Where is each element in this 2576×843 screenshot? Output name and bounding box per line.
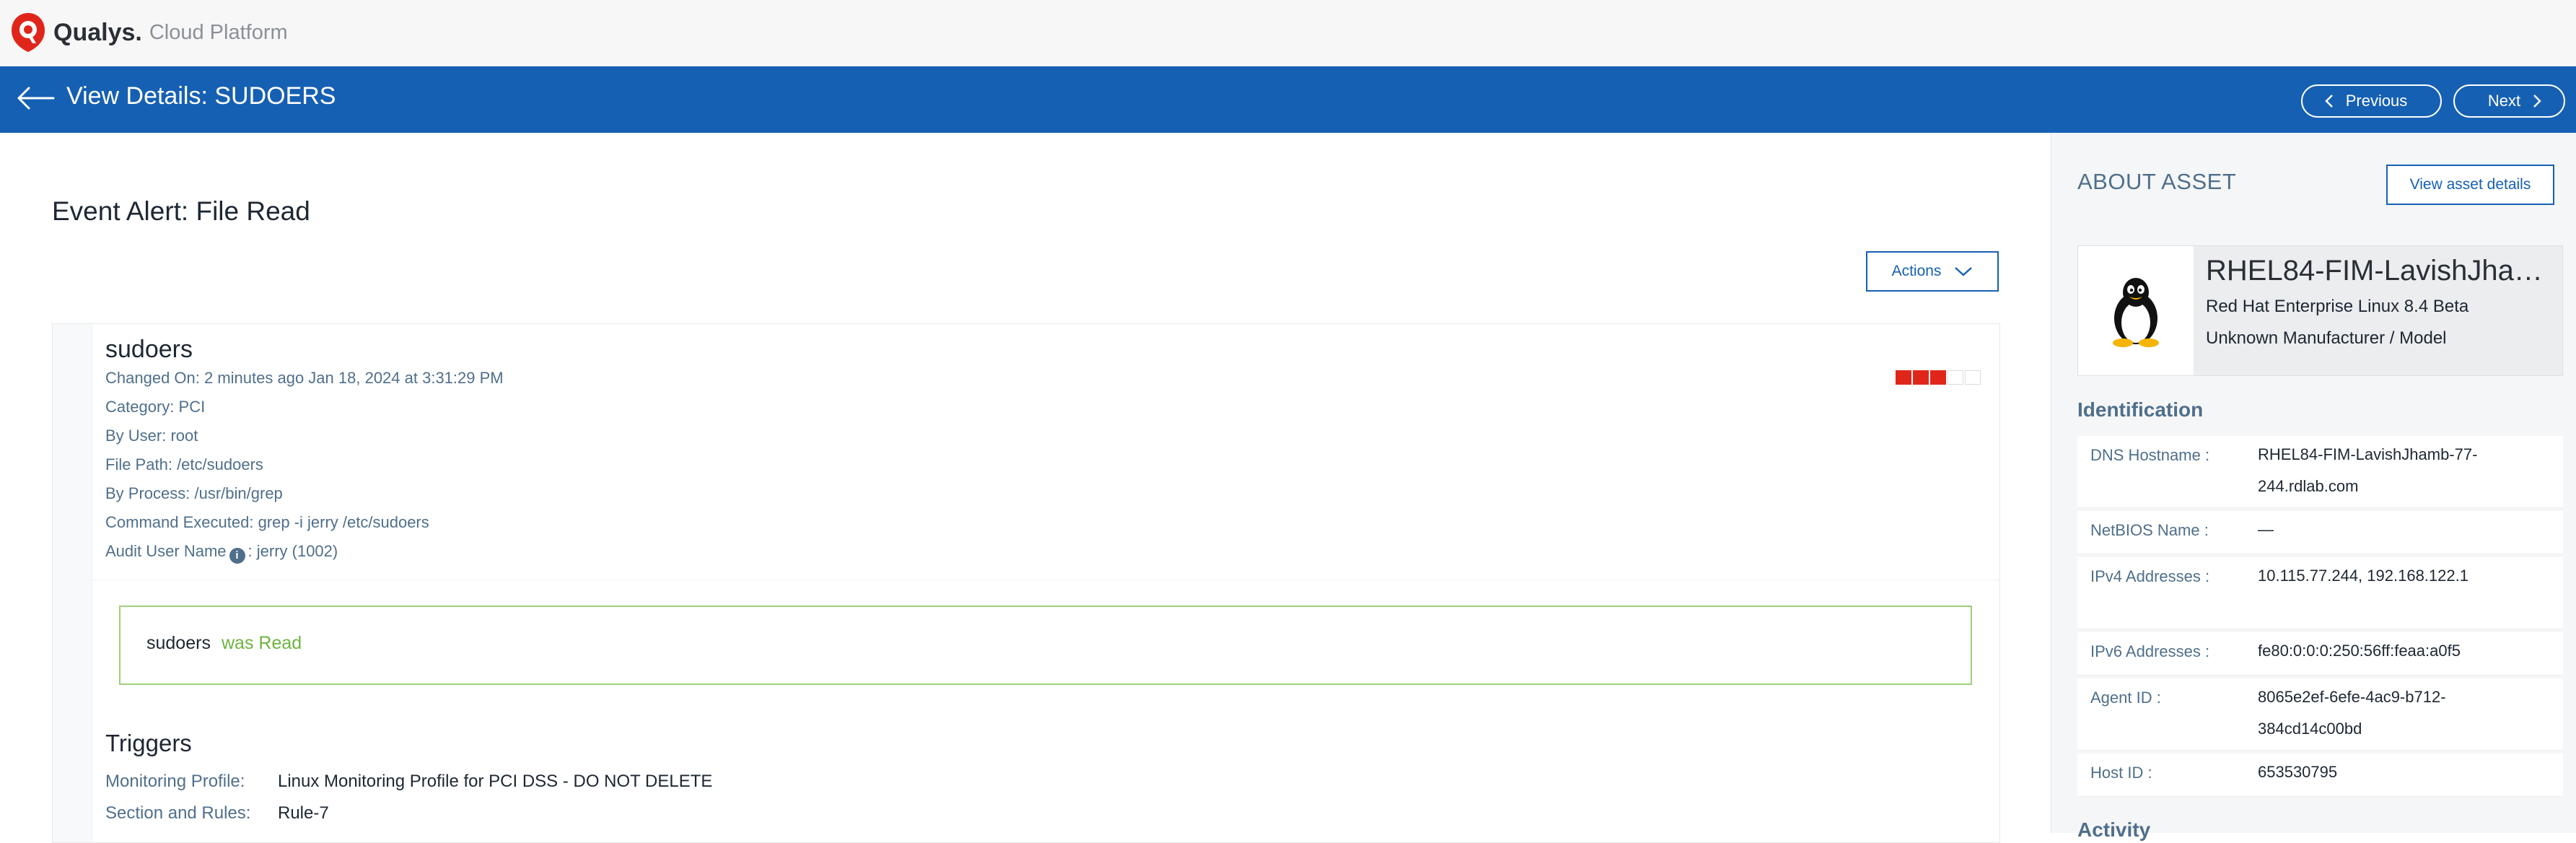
ipv4-addresses-value: 10.115.77.244, 192.168.122.1 — [2258, 567, 2468, 585]
netbios-name-value: — — [2258, 520, 2274, 538]
identification-row: DNS Hostname : RHEL84-FIM-LavishJhamb-77… — [2077, 436, 2563, 508]
audit-user-row: Audit User Name i: jerry (1002) — [105, 542, 338, 564]
title-bar: View Details: SUDOERS Previous Next — [0, 66, 2576, 133]
identification-row: IPv6 Addresses : fe80:0:0:0:250:56ff:fea… — [2077, 632, 2563, 676]
severity-indicator — [1896, 370, 1981, 385]
command-executed-row: Command Executed: grep -i jerry /etc/sud… — [105, 513, 429, 532]
activity-heading: Activity — [2077, 818, 2151, 841]
asset-os: Red Hat Enterprise Linux 8.4 Beta — [2206, 297, 2469, 316]
by-user-value: root — [170, 427, 198, 445]
monitoring-profile-value: Linux Monitoring Profile for PCI DSS - D… — [278, 772, 713, 791]
monitoring-profile-label: Monitoring Profile: — [105, 772, 245, 791]
command-executed-value: grep -i jerry /etc/sudoers — [258, 513, 429, 531]
file-path-value: /etc/sudoers — [177, 455, 263, 473]
brand-name: Qualys. — [53, 18, 142, 46]
asset-os-icon-wrap — [2078, 246, 2194, 375]
read-file-name: sudoers — [146, 633, 211, 653]
changed-on-row: Changed On: 2 minutes ago Jan 18, 2024 a… — [105, 369, 504, 388]
section-rules-label: Section and Rules: — [105, 803, 251, 823]
netbios-name-label: NetBIOS Name : — [2090, 521, 2209, 539]
file-read-banner: sudoers was Read — [119, 606, 1972, 685]
chevron-left-icon — [2325, 95, 2333, 108]
about-asset-panel: ABOUT ASSET View asset details RHEL84-FI… — [2051, 133, 2576, 841]
ipv6-addresses-label: IPv6 Addresses : — [2090, 642, 2210, 660]
by-user-label: By User: — [105, 427, 167, 445]
qualys-shield-icon — [12, 13, 45, 52]
asset-summary-card: RHEL84-FIM-LavishJhamb-77-244 Red Hat En… — [2077, 245, 2563, 376]
agent-id-label: Agent ID : — [2090, 689, 2161, 707]
changed-on-value: 2 minutes ago Jan 18, 2024 at 3:31:29 PM — [204, 369, 504, 387]
event-card: sudoers Changed On: 2 minutes ago Jan 18… — [52, 323, 2000, 843]
changed-on-label: Changed On: — [105, 369, 200, 387]
view-asset-details-button[interactable]: View asset details — [2386, 165, 2554, 205]
audit-user-label: Audit User Name — [105, 542, 227, 560]
page-title: View Details: SUDOERS — [66, 82, 336, 110]
next-button[interactable]: Next — [2453, 84, 2565, 118]
identification-row: Host ID : 653530795 — [2077, 754, 2563, 797]
asset-manufacturer: Unknown Manufacturer / Model — [2206, 328, 2447, 348]
triggers-heading: Triggers — [105, 730, 192, 756]
chevron-right-icon — [2533, 95, 2541, 108]
event-details-panel: Event Alert: File Read Actions sudoers C… — [0, 133, 2051, 843]
linux-tux-icon — [2113, 277, 2159, 347]
previous-label: Previous — [2345, 92, 2408, 110]
qualys-logo[interactable]: Qualys. Cloud Platform — [10, 12, 288, 53]
category-value: PCI — [178, 398, 206, 416]
category-label: Category: — [105, 398, 175, 416]
section-rules-value: Rule-7 — [278, 803, 329, 823]
about-asset-title: ABOUT ASSET — [2077, 169, 2237, 194]
info-icon[interactable]: i — [229, 548, 245, 564]
event-file-name: sudoers — [105, 336, 193, 363]
actions-label: Actions — [1891, 263, 1942, 279]
audit-user-value: : jerry (1002) — [247, 542, 338, 560]
dns-hostname-value: RHEL84-FIM-LavishJhamb-77-244.rdlab.com — [2258, 445, 2478, 495]
dns-hostname-label: DNS Hostname : — [2090, 446, 2210, 464]
asset-name: RHEL84-FIM-LavishJhamb-77-244 — [2206, 255, 2552, 287]
by-process-row: By Process: /usr/bin/grep — [105, 484, 283, 503]
identification-heading: Identification — [2077, 398, 2204, 421]
identification-row: IPv4 Addresses : 10.115.77.244, 192.168.… — [2077, 557, 2563, 629]
previous-button[interactable]: Previous — [2301, 84, 2442, 118]
next-label: Next — [2487, 92, 2521, 110]
back-arrow-icon[interactable] — [14, 84, 55, 116]
identification-row: NetBIOS Name : — — [2077, 511, 2563, 554]
host-id-value: 653530795 — [2258, 763, 2338, 781]
read-action: was Read — [222, 633, 302, 653]
brand-subtitle: Cloud Platform — [149, 20, 288, 44]
ipv6-addresses-value: fe80:0:0:0:250:56ff:feaa:a0f5 — [2258, 642, 2461, 660]
by-process-value: /usr/bin/grep — [194, 484, 283, 502]
file-path-label: File Path: — [105, 455, 172, 473]
severity-box — [1930, 370, 1946, 385]
identification-row: Agent ID : 8065e2ef-6efe-4ac9-b712-384cd… — [2077, 678, 2563, 751]
severity-box — [1913, 370, 1929, 385]
host-id-label: Host ID : — [2090, 764, 2152, 782]
ipv4-addresses-label: IPv4 Addresses : — [2090, 567, 2210, 585]
agent-id-value: 8065e2ef-6efe-4ac9-b712-384cd14c00bd — [2258, 688, 2446, 738]
by-user-row: By User: root — [105, 427, 198, 445]
chevron-down-icon — [1955, 267, 1973, 276]
category-row: Category: PCI — [105, 398, 205, 416]
severity-box — [1965, 370, 1981, 385]
command-executed-label: Command Executed: — [105, 513, 254, 531]
card-rail — [53, 324, 92, 842]
by-process-label: By Process: — [105, 484, 190, 502]
event-alert-title: Event Alert: File Read — [52, 196, 310, 226]
file-path-row: File Path: /etc/sudoers — [105, 455, 263, 474]
actions-dropdown[interactable]: Actions — [1866, 251, 1999, 292]
severity-box — [1896, 370, 1911, 385]
top-bar: Qualys. Cloud Platform — [0, 0, 2576, 66]
severity-box — [1948, 370, 1963, 385]
